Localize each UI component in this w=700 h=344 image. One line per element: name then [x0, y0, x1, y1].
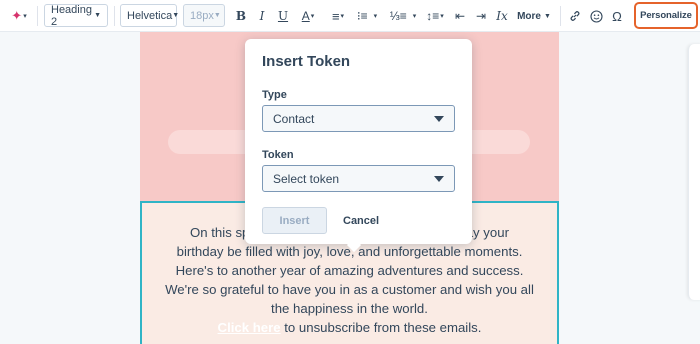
cancel-button[interactable]: Cancel	[343, 207, 379, 234]
more-label: More	[517, 10, 541, 22]
numbered-list-icon[interactable]: ⅓≡ ▾	[389, 7, 417, 25]
body-line-6: Click here to unsubscribe from these ema…	[217, 320, 482, 335]
more-dropdown[interactable]: More ▼	[517, 8, 551, 24]
personalize-label: Personalize	[640, 10, 692, 21]
sparkle-icon[interactable]: ✦ ▾	[8, 8, 30, 24]
heading-style-value: Heading 2	[51, 3, 92, 28]
chevron-down-icon: ▼	[172, 12, 180, 19]
font-family-dropdown[interactable]: Helvetica ▼	[120, 4, 180, 27]
token-select-placeholder: Select token	[273, 171, 340, 186]
font-size-value: 18px	[190, 9, 214, 22]
popover-title: Insert Token	[262, 53, 351, 70]
emoji-icon[interactable]	[589, 8, 603, 24]
line-height-icon[interactable]: ↕≡ ▾	[423, 7, 447, 25]
toolbar-divider	[560, 6, 561, 26]
insert-token-popover: Insert Token Type Contact Token Select t…	[245, 39, 472, 253]
email-editor: ✦ ▾ Heading 2 ▼ Helvetica ▼ 18px ▼ B I U A ▾ …	[0, 0, 700, 344]
chevron-down-icon: ▾	[310, 13, 315, 20]
caret-down-icon	[434, 115, 444, 122]
align-icon[interactable]: ≡ ▾	[326, 7, 350, 25]
outdent-icon[interactable]: ⇤	[452, 7, 468, 25]
text-color-icon[interactable]: A ▾	[296, 7, 320, 25]
token-label: Token	[262, 149, 294, 161]
insert-button[interactable]: Insert	[262, 207, 327, 234]
font-size-dropdown[interactable]: 18px ▼	[183, 4, 225, 27]
bold-icon[interactable]: B	[234, 8, 248, 24]
rich-text-toolbar: ✦ ▾ Heading 2 ▼ Helvetica ▼ 18px ▼ B I U A ▾ …	[0, 0, 700, 32]
unsubscribe-link[interactable]: Click here	[218, 320, 281, 335]
indent-icon[interactable]: ⇥	[473, 7, 489, 25]
body-line-4: We're so grateful to have you in as a cu…	[165, 282, 534, 297]
italic-icon[interactable]: I	[255, 8, 269, 24]
chevron-down-icon: ▼	[94, 12, 101, 19]
underline-icon[interactable]: U	[276, 8, 290, 24]
text-color-glyph: A	[301, 9, 310, 23]
token-select[interactable]: Select token	[262, 165, 455, 192]
omega-icon[interactable]: Ω	[610, 7, 624, 25]
toolbar-divider	[114, 6, 115, 26]
chevron-down-icon: ▼	[213, 12, 221, 19]
heading-style-dropdown[interactable]: Heading 2 ▼	[44, 3, 108, 28]
type-select-value: Contact	[273, 111, 315, 126]
body-line-3: Here's to another year of amazing advent…	[175, 263, 524, 278]
font-family-value: Helvetica	[127, 9, 173, 22]
bullet-list-icon[interactable]: ⁝≡ ▾	[353, 7, 381, 25]
clear-format-icon[interactable]: Ix	[494, 7, 510, 25]
link-icon[interactable]	[568, 8, 582, 24]
personalize-button[interactable]: Personalize	[634, 2, 698, 29]
caret-down-icon	[434, 175, 444, 182]
side-panel-edge	[688, 44, 700, 300]
type-label: Type	[262, 89, 287, 101]
toolbar-divider	[37, 6, 38, 26]
type-select[interactable]: Contact	[262, 105, 455, 132]
body-line-5: the happiness in the world.	[271, 301, 428, 316]
chevron-down-icon: ▼	[543, 12, 551, 20]
